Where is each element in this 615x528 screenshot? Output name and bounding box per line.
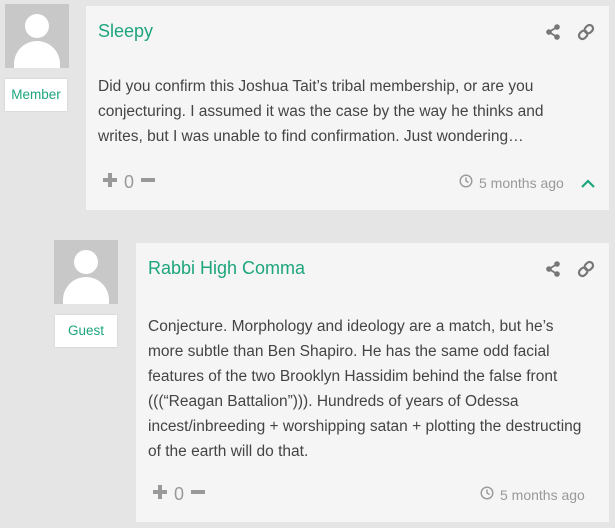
comment-card: Sleepy Did you confirm this Joshua Tait’… <box>86 6 609 210</box>
vote-controls: 0 <box>152 484 206 505</box>
downvote-icon[interactable] <box>140 172 156 193</box>
comment-author[interactable]: Sleepy <box>98 21 153 42</box>
comment-text: Did you confirm this Joshua Tait’s triba… <box>98 78 544 145</box>
share-icon[interactable] <box>544 23 562 46</box>
comment-author[interactable]: Rabbi High Comma <box>148 258 305 279</box>
link-icon[interactable] <box>576 259 596 284</box>
upvote-icon[interactable] <box>152 484 168 505</box>
avatar <box>5 4 69 68</box>
vote-count: 0 <box>124 172 135 192</box>
vote-controls: 0 <box>102 172 156 193</box>
timestamp: 5 months ago <box>479 174 564 191</box>
avatar <box>54 240 118 304</box>
comment-time[interactable]: 5 months ago <box>480 486 585 503</box>
role-badge: Member <box>5 79 67 111</box>
downvote-icon[interactable] <box>190 484 206 505</box>
comment-card: Rabbi High Comma Conjecture. Morphology … <box>136 243 609 522</box>
comment-time[interactable]: 5 months ago <box>459 174 564 191</box>
comment-text: Conjecture. Morphology and ideology are … <box>148 318 582 460</box>
share-icon[interactable] <box>544 260 562 283</box>
timestamp: 5 months ago <box>500 486 585 503</box>
link-icon[interactable] <box>576 22 596 47</box>
chevron-up-icon[interactable] <box>580 176 596 194</box>
vote-count: 0 <box>174 484 185 504</box>
upvote-icon[interactable] <box>102 172 118 193</box>
clock-icon <box>480 486 494 503</box>
role-badge: Guest <box>55 315 117 347</box>
clock-icon <box>459 174 473 191</box>
